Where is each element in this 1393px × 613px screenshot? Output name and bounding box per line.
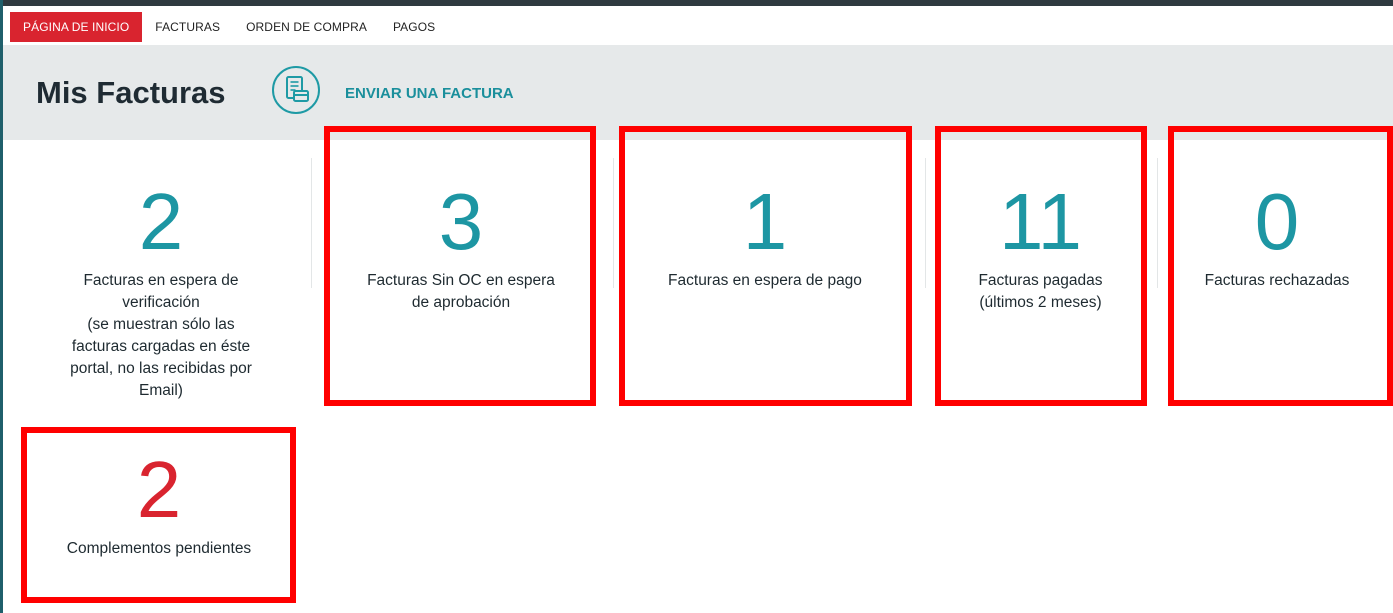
- invoice-card-icon[interactable]: [272, 66, 320, 114]
- highlight-box: [935, 126, 1147, 406]
- page-title: Mis Facturas: [36, 75, 226, 110]
- column-divider: [925, 158, 926, 288]
- send-invoice-link[interactable]: ENVIAR UNA FACTURA: [345, 85, 514, 102]
- nav-item-orden-de-compra[interactable]: ORDEN DE COMPRA: [233, 12, 380, 42]
- nav-item-pagos[interactable]: PAGOS: [380, 12, 448, 42]
- highlight-box: [324, 126, 596, 406]
- stat-count: 2: [138, 177, 184, 266]
- nav-item-facturas[interactable]: FACTURAS: [142, 12, 233, 42]
- window-top-border: [0, 0, 1393, 6]
- stat-pending-verification[interactable]: 2 Facturas en espera de verificación (se…: [30, 180, 292, 402]
- highlight-box: [1168, 126, 1393, 406]
- column-divider: [1157, 158, 1158, 288]
- column-divider: [311, 158, 312, 288]
- highlight-box: [21, 427, 296, 603]
- stat-label: Facturas en espera de verificación (se m…: [70, 272, 252, 399]
- nav-item-inicio[interactable]: PÁGINA DE INICIO: [10, 12, 143, 42]
- highlight-box: [619, 126, 912, 406]
- top-navigation: PÁGINA DE INICIO FACTURAS ORDEN DE COMPR…: [10, 12, 448, 42]
- column-divider: [613, 158, 614, 288]
